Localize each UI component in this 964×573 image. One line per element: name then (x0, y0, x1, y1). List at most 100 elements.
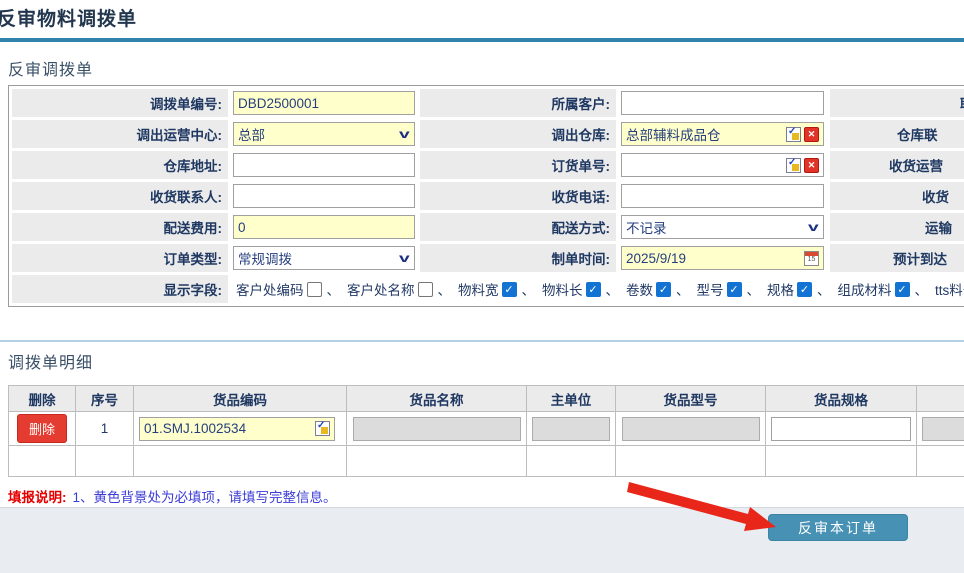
checkbox-label: 物料长 (542, 279, 583, 299)
separator: 、 (817, 283, 831, 298)
cut-field (922, 417, 964, 441)
checkbox[interactable] (418, 282, 433, 297)
order-no-input[interactable]: ✓ ✕ (621, 153, 824, 177)
calendar-icon[interactable]: 15 (804, 251, 819, 266)
out-warehouse-input[interactable]: 总部辅料成品仓 ✓ ✕ (621, 122, 824, 146)
unit-field (532, 417, 610, 441)
checkbox-label: 客户处编码 (236, 279, 304, 299)
form-row-address: 仓库地址: 订货单号: ✓ ✕ 收货运营 (12, 151, 964, 179)
col-item-code: 货品编码 (134, 386, 347, 412)
transfer-no-label: 调拨单编号: (12, 89, 228, 117)
row-seq: 1 (76, 412, 134, 446)
col-model: 货品型号 (616, 386, 766, 412)
contact-label-cut: 联 (830, 89, 964, 117)
checkbox[interactable]: ✓ (895, 282, 910, 297)
form-row-order-no: 调拨单编号: 所属客户: 联 (12, 89, 964, 117)
checkbox-label: 客户处名称 (347, 279, 415, 299)
out-center-select[interactable]: 总部v (233, 122, 415, 146)
fill-instructions-text: 1、黄色背景处为必填项，请填写完整信息。 (73, 490, 337, 505)
checkbox-label: tts料号 (935, 279, 964, 299)
separator: 、 (747, 283, 761, 298)
transfer-form-table: 调拨单编号: 所属客户: 联 调出运营中心: 总部v 调出仓库: 总部辅料成品仓… (8, 85, 964, 307)
chevron-down-icon: v (399, 251, 410, 265)
order-type-label: 订单类型: (12, 244, 228, 272)
col-seq: 序号 (76, 386, 134, 412)
display-field-item: 物料长✓ (542, 279, 603, 299)
detail-header-row: 删除 序号 货品编码 货品名称 主单位 货品型号 货品规格 (9, 386, 964, 412)
lookup-icon[interactable]: ✓ (786, 127, 801, 142)
delete-row-button[interactable]: 删除 (17, 414, 67, 443)
accent-bar (0, 38, 964, 42)
clear-icon[interactable]: ✕ (804, 127, 819, 142)
reverse-audit-button[interactable]: 反审本订单 (768, 514, 908, 541)
receive-label-cut: 收货 (830, 182, 964, 210)
transfer-no-input[interactable] (233, 91, 415, 115)
delivery-fee-label: 配送费用: (12, 213, 228, 241)
col-spec: 货品规格 (766, 386, 917, 412)
order-no-label: 订货单号: (420, 151, 616, 179)
receive-phone-label: 收货电话: (420, 182, 616, 210)
clear-icon[interactable]: ✕ (804, 158, 819, 173)
out-warehouse-label: 调出仓库: (420, 120, 616, 148)
display-fields-items: 客户处编码、客户处名称、物料宽✓、物料长✓、卷数✓、型号✓、规格✓、组成材料✓、… (236, 283, 964, 298)
delivery-method-select[interactable]: 不记录v (621, 215, 824, 239)
fill-instructions-label: 填报说明: (8, 490, 67, 505)
delivery-fee-input[interactable] (233, 215, 415, 239)
item-code-input[interactable]: 01.SMJ.1002534 ✓ (139, 417, 335, 441)
separator: 、 (522, 283, 536, 298)
form-row-fee: 配送费用: 配送方式: 不记录v 运输 (12, 213, 964, 241)
form-section-heading: 反审调拨单 (8, 56, 93, 80)
col-delete: 删除 (9, 386, 76, 412)
spec-input[interactable] (771, 417, 911, 441)
delivery-method-label: 配送方式: (420, 213, 616, 241)
checkbox-label: 组成材料 (838, 279, 892, 299)
col-item-name: 货品名称 (347, 386, 527, 412)
customer-input[interactable] (621, 91, 824, 115)
separator: 、 (327, 283, 341, 298)
model-field (622, 417, 760, 441)
checkbox[interactable]: ✓ (797, 282, 812, 297)
receive-contact-label: 收货联系人: (12, 182, 228, 210)
checkbox-label: 型号 (697, 279, 724, 299)
col-unit: 主单位 (527, 386, 616, 412)
warehouse-address-input[interactable] (233, 153, 415, 177)
detail-section-heading: 调拨单明细 (8, 349, 93, 373)
receive-center-label-cut: 收货运营 (830, 151, 964, 179)
separator: 、 (438, 283, 452, 298)
create-time-label: 制单时间: (420, 244, 616, 272)
item-name-field (353, 417, 521, 441)
display-field-item: 客户处编码 (236, 279, 324, 299)
create-time-input[interactable]: 2025/9/19 15 (621, 246, 824, 270)
chevron-down-icon: v (808, 220, 819, 234)
eta-label-cut: 预计到达 (830, 244, 964, 272)
checkbox[interactable]: ✓ (586, 282, 601, 297)
out-center-label: 调出运营中心: (12, 120, 228, 148)
checkbox[interactable]: ✓ (727, 282, 742, 297)
transport-label-cut: 运输 (830, 213, 964, 241)
separator: 、 (606, 283, 620, 298)
display-fields-label: 显示字段: (12, 275, 228, 303)
checkbox[interactable] (307, 282, 322, 297)
display-field-item: 组成材料✓ (838, 279, 912, 299)
receive-contact-input[interactable] (233, 184, 415, 208)
checkbox[interactable]: ✓ (656, 282, 671, 297)
display-field-item: 客户处名称 (347, 279, 435, 299)
order-type-select[interactable]: 常规调拨v (233, 246, 415, 270)
checkbox[interactable]: ✓ (502, 282, 517, 297)
lookup-icon[interactable]: ✓ (786, 158, 801, 173)
display-field-item: 型号✓ (697, 279, 744, 299)
chevron-down-icon: v (399, 127, 410, 141)
form-row-type: 订单类型: 常规调拨v 制单时间: 2025/9/19 15 预计到达 (12, 244, 964, 272)
lookup-icon[interactable]: ✓ (315, 421, 330, 436)
display-field-item: 物料宽✓ (458, 279, 519, 299)
display-field-item: tts料号 (935, 279, 964, 299)
checkbox-label: 规格 (767, 279, 794, 299)
checkbox-label: 卷数 (626, 279, 653, 299)
warehouse-contact-label-cut: 仓库联 (830, 120, 964, 148)
receive-phone-input[interactable] (621, 184, 824, 208)
form-row-contact: 收货联系人: 收货电话: 收货 (12, 182, 964, 210)
customer-label: 所属客户: (420, 89, 616, 117)
detail-empty-row (9, 446, 964, 477)
display-field-item: 规格✓ (767, 279, 814, 299)
warehouse-address-label: 仓库地址: (12, 151, 228, 179)
